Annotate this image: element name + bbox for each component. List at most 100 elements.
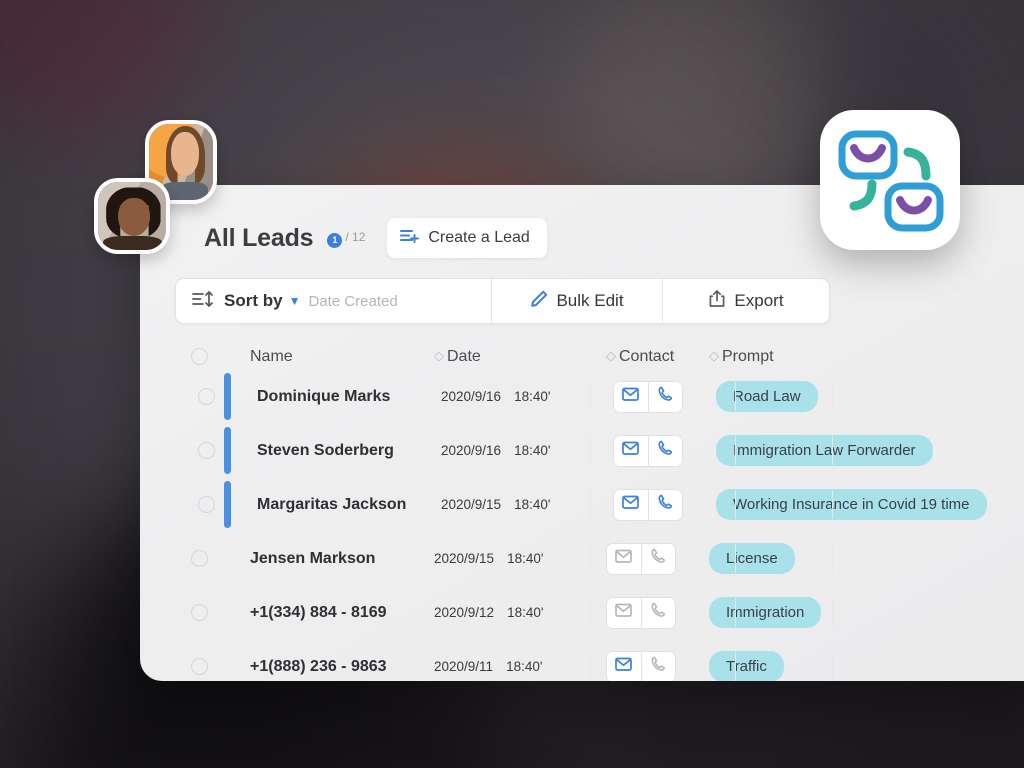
email-lead-button[interactable]	[607, 651, 641, 681]
row-checkbox[interactable]	[198, 496, 215, 513]
page-title: All Leads	[204, 223, 314, 252]
mail-icon	[615, 549, 633, 568]
mail-icon	[622, 441, 640, 460]
prompt-tag[interactable]: License	[709, 543, 795, 574]
cell-prompt: Immigration Law Forwarder	[708, 435, 1024, 466]
bulk-edit-button[interactable]: Bulk Edit	[492, 279, 662, 323]
call-lead-button[interactable]	[640, 543, 675, 574]
cell-prompt: Working Insurance in Covid 19 time	[708, 489, 1024, 520]
column-header-name[interactable]: Name	[224, 348, 420, 366]
contact-actions	[613, 434, 683, 467]
lead-name: Jensen Markson	[250, 549, 376, 567]
phone-icon	[658, 440, 673, 461]
leads-toolbar: Sort by ▼ Date Created Bulk Edit Export	[175, 278, 830, 324]
sort-by-label: Sort by	[224, 291, 283, 310]
column-header-name-label: Name	[250, 347, 293, 365]
avatar-photo-woman-2	[98, 182, 166, 250]
app-logo-tile	[820, 110, 960, 250]
create-lead-button[interactable]: Create a Lead	[387, 218, 547, 258]
card-header: All Leads 1 / 12 Create a Lead	[204, 218, 547, 258]
email-lead-button[interactable]	[607, 597, 641, 628]
cell-divider	[735, 436, 736, 465]
column-resize-grip-icon[interactable]: ◇	[434, 348, 444, 364]
lead-date: 2020/9/12	[434, 605, 495, 620]
call-lead-button[interactable]	[640, 597, 675, 628]
cell-divider	[832, 436, 833, 465]
selected-count-badge: 1	[327, 232, 343, 248]
column-header-date-label: Date	[447, 347, 481, 365]
cell-divider	[590, 382, 591, 411]
call-lead-button[interactable]	[647, 381, 682, 412]
lead-time: 18:40'	[506, 659, 543, 674]
mail-icon	[615, 603, 633, 622]
column-header-date[interactable]: ◇ Date	[420, 348, 596, 366]
call-lead-button[interactable]	[647, 489, 682, 520]
cell-date: 2020/9/12 18:40'	[420, 605, 596, 620]
row-select-cell	[175, 550, 224, 567]
table-row[interactable]: Dominique Marks 2020/9/16 18:40' Road Law	[175, 373, 1024, 420]
mail-icon	[615, 657, 633, 676]
table-body: Dominique Marks 2020/9/16 18:40' Road Law St…	[175, 373, 1024, 681]
table-header-row: Name ◇ Date ◇ Contact ◇ Prompt	[175, 340, 1024, 373]
cell-date: 2020/9/15 18:40'	[420, 551, 596, 566]
row-checkbox[interactable]	[191, 604, 208, 621]
email-lead-button[interactable]	[614, 435, 648, 466]
cell-divider	[832, 382, 833, 411]
call-lead-button[interactable]	[640, 651, 675, 681]
phone-icon	[651, 656, 666, 677]
table-row[interactable]: +1(334) 884 - 8169 2020/9/12 18:40' Immigra…	[175, 589, 1024, 636]
call-lead-button[interactable]	[647, 435, 682, 466]
lead-time: 18:40'	[514, 497, 551, 512]
prompt-tag[interactable]: Working Insurance in Covid 19 time	[716, 489, 987, 520]
sort-by-control[interactable]: Sort by ▼ Date Created	[176, 279, 491, 323]
cell-divider	[832, 544, 833, 573]
lead-count: 1 / 12	[327, 230, 365, 248]
row-select-cell	[182, 442, 231, 459]
column-header-contact[interactable]: ◇ Contact	[596, 348, 701, 366]
lead-time: 18:40'	[514, 443, 551, 458]
column-header-prompt[interactable]: ◇ Prompt	[701, 348, 1024, 366]
column-resize-grip-icon[interactable]: ◇	[606, 348, 616, 364]
cell-divider	[590, 436, 591, 465]
lead-date: 2020/9/11	[434, 659, 494, 674]
phone-icon	[651, 548, 666, 569]
email-lead-button[interactable]	[607, 543, 641, 574]
row-checkbox[interactable]	[191, 658, 208, 675]
row-checkbox[interactable]	[198, 388, 215, 405]
row-select-cell	[175, 604, 224, 621]
leads-app-card: All Leads 1 / 12 Create a Lead Sort by ▼…	[140, 185, 1024, 681]
cell-name: +1(334) 884 - 8169	[224, 604, 420, 622]
prompt-tag[interactable]: Immigration	[709, 597, 822, 628]
lead-time: 18:40'	[507, 605, 544, 620]
contact-actions	[606, 650, 676, 681]
column-header-contact-label: Contact	[619, 347, 675, 365]
export-button[interactable]: Export	[663, 279, 829, 323]
lead-time: 18:40'	[514, 389, 551, 404]
table-row[interactable]: Steven Soderberg 2020/9/16 18:40' Immigrati…	[175, 427, 1024, 474]
cell-date: 2020/9/15 18:40'	[427, 497, 603, 512]
table-row[interactable]: +1(888) 236 - 9863 2020/9/11 18:40' Traffic	[175, 643, 1024, 681]
lead-name: Steven Soderberg	[257, 441, 394, 459]
table-row[interactable]: Jensen Markson 2020/9/15 18:40' License	[175, 535, 1024, 582]
column-resize-grip-icon[interactable]: ◇	[709, 348, 719, 364]
chevron-down-icon[interactable]: ▼	[289, 294, 301, 308]
table-row[interactable]: Margaritas Jackson 2020/9/15 18:40' Working…	[175, 481, 1024, 528]
prompt-tag[interactable]: Road Law	[716, 381, 818, 412]
row-checkbox[interactable]	[198, 442, 215, 459]
contact-actions	[613, 380, 683, 413]
cell-divider	[832, 490, 833, 519]
prompt-tag[interactable]: Immigration Law Forwarder	[716, 435, 933, 466]
avatar	[94, 178, 170, 254]
cell-name: Jensen Markson	[224, 550, 420, 568]
email-lead-button[interactable]	[614, 381, 648, 412]
select-all-checkbox[interactable]	[191, 348, 208, 365]
cell-divider	[735, 544, 736, 573]
phone-icon	[651, 602, 666, 623]
cell-prompt: Immigration	[701, 597, 1024, 628]
lead-date: 2020/9/15	[434, 551, 495, 566]
prompt-tag[interactable]: Traffic	[709, 651, 784, 681]
create-lead-label: Create a Lead	[428, 229, 530, 246]
cell-divider	[590, 652, 591, 681]
email-lead-button[interactable]	[614, 489, 648, 520]
row-checkbox[interactable]	[191, 550, 208, 567]
